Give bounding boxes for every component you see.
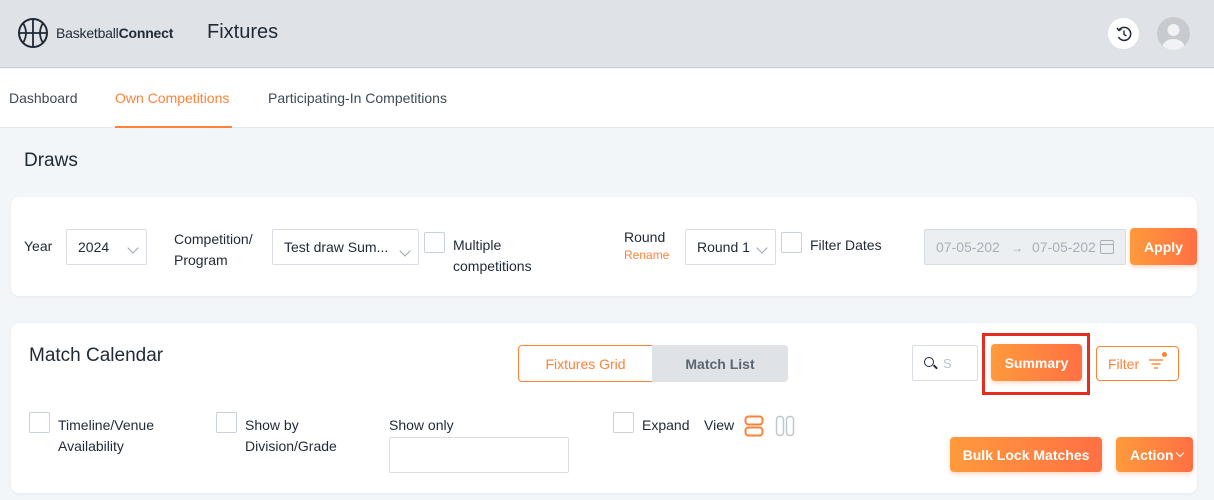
brand-logo-text: BasketballConnect bbox=[56, 25, 174, 41]
nav-item-own-competitions[interactable]: Own Competitions bbox=[115, 90, 229, 106]
action-button[interactable]: Action bbox=[1116, 437, 1193, 472]
timeline-venue-label: Timeline/Venue Availability bbox=[58, 417, 154, 454]
match-calendar-title: Match Calendar bbox=[29, 345, 164, 366]
user-avatar-icon bbox=[1162, 24, 1185, 50]
round-label: Round bbox=[624, 229, 666, 245]
basketball-icon bbox=[18, 18, 48, 48]
multiple-competitions-label: Multiple competitions bbox=[453, 237, 532, 274]
arrow-right-icon: → bbox=[1011, 241, 1023, 255]
competition-select[interactable]: Test draw Sum... bbox=[272, 229, 419, 265]
section-title: Draws bbox=[24, 150, 78, 171]
filter-active-dot bbox=[1162, 352, 1167, 357]
date-range-picker[interactable]: 07-05-202 → 07-05-202 bbox=[924, 229, 1126, 265]
round-select-value: Round 1 bbox=[697, 239, 750, 255]
chevron-down-icon bbox=[756, 242, 768, 254]
apply-button[interactable]: Apply bbox=[1130, 228, 1197, 265]
active-tab-indicator bbox=[115, 126, 232, 128]
date-from-input[interactable]: 07-05-202 bbox=[936, 239, 1000, 255]
round-select[interactable]: Round 1 bbox=[685, 229, 776, 265]
sub-navigation: Dashboard Own Competitions Participating… bbox=[0, 69, 1214, 128]
expand-checkbox[interactable] bbox=[613, 412, 634, 433]
view-columns-icon[interactable] bbox=[775, 415, 795, 437]
sync-button[interactable] bbox=[1108, 18, 1139, 49]
draw-filters-panel: Year 2024 Competition/ Program Test draw… bbox=[11, 197, 1197, 296]
show-by-division-label: Show by Division/Grade bbox=[245, 417, 337, 454]
nav-item-dashboard[interactable]: Dashboard bbox=[9, 90, 78, 106]
multiple-competitions-checkbox[interactable] bbox=[424, 232, 445, 253]
filter-dates-checkbox[interactable] bbox=[781, 232, 802, 253]
competition-label: Competition/ Program bbox=[174, 231, 253, 268]
filter-button[interactable]: Filter bbox=[1096, 346, 1179, 381]
chevron-down-icon bbox=[127, 242, 139, 254]
filter-dates-label: Filter Dates bbox=[810, 237, 882, 253]
chevron-down-icon bbox=[1175, 448, 1185, 458]
filter-button-label: Filter bbox=[1108, 355, 1140, 372]
year-select-value: 2024 bbox=[78, 239, 110, 255]
view-rows-icon[interactable] bbox=[744, 415, 764, 437]
date-to-input[interactable]: 07-05-202 bbox=[1032, 239, 1096, 255]
page-title: Fixtures bbox=[207, 21, 279, 43]
search-input[interactable]: S bbox=[912, 345, 978, 381]
show-by-division-checkbox[interactable] bbox=[216, 412, 237, 433]
search-icon bbox=[924, 357, 934, 367]
summary-button[interactable]: Summary bbox=[991, 344, 1082, 381]
action-button-label: Action bbox=[1130, 446, 1174, 463]
search-placeholder: S bbox=[943, 356, 952, 371]
rename-round-link[interactable]: Rename bbox=[624, 248, 669, 262]
tab-fixtures-grid[interactable]: Fixtures Grid bbox=[518, 345, 653, 382]
bulk-lock-matches-button[interactable]: Bulk Lock Matches bbox=[950, 437, 1102, 472]
year-select[interactable]: 2024 bbox=[66, 229, 147, 265]
sync-icon bbox=[1115, 26, 1131, 41]
expand-label: Expand bbox=[642, 417, 690, 433]
timeline-venue-checkbox[interactable] bbox=[29, 412, 50, 433]
filter-lines-icon bbox=[1149, 359, 1163, 369]
nav-item-participating-in-competitions[interactable]: Participating-In Competitions bbox=[268, 90, 447, 106]
year-label: Year bbox=[24, 238, 53, 254]
match-calendar-panel: Match Calendar Fixtures Grid Match List … bbox=[11, 323, 1197, 493]
view-label: View bbox=[704, 417, 735, 433]
top-bar: BasketballConnect Fixtures bbox=[0, 0, 1214, 68]
chevron-down-icon bbox=[399, 245, 411, 257]
calendar-icon bbox=[1100, 240, 1114, 254]
tab-match-list[interactable]: Match List bbox=[652, 345, 788, 382]
show-only-label: Show only bbox=[389, 417, 454, 433]
show-only-select[interactable] bbox=[389, 437, 569, 473]
competition-select-value: Test draw Sum... bbox=[284, 239, 389, 255]
user-avatar[interactable] bbox=[1157, 17, 1190, 50]
